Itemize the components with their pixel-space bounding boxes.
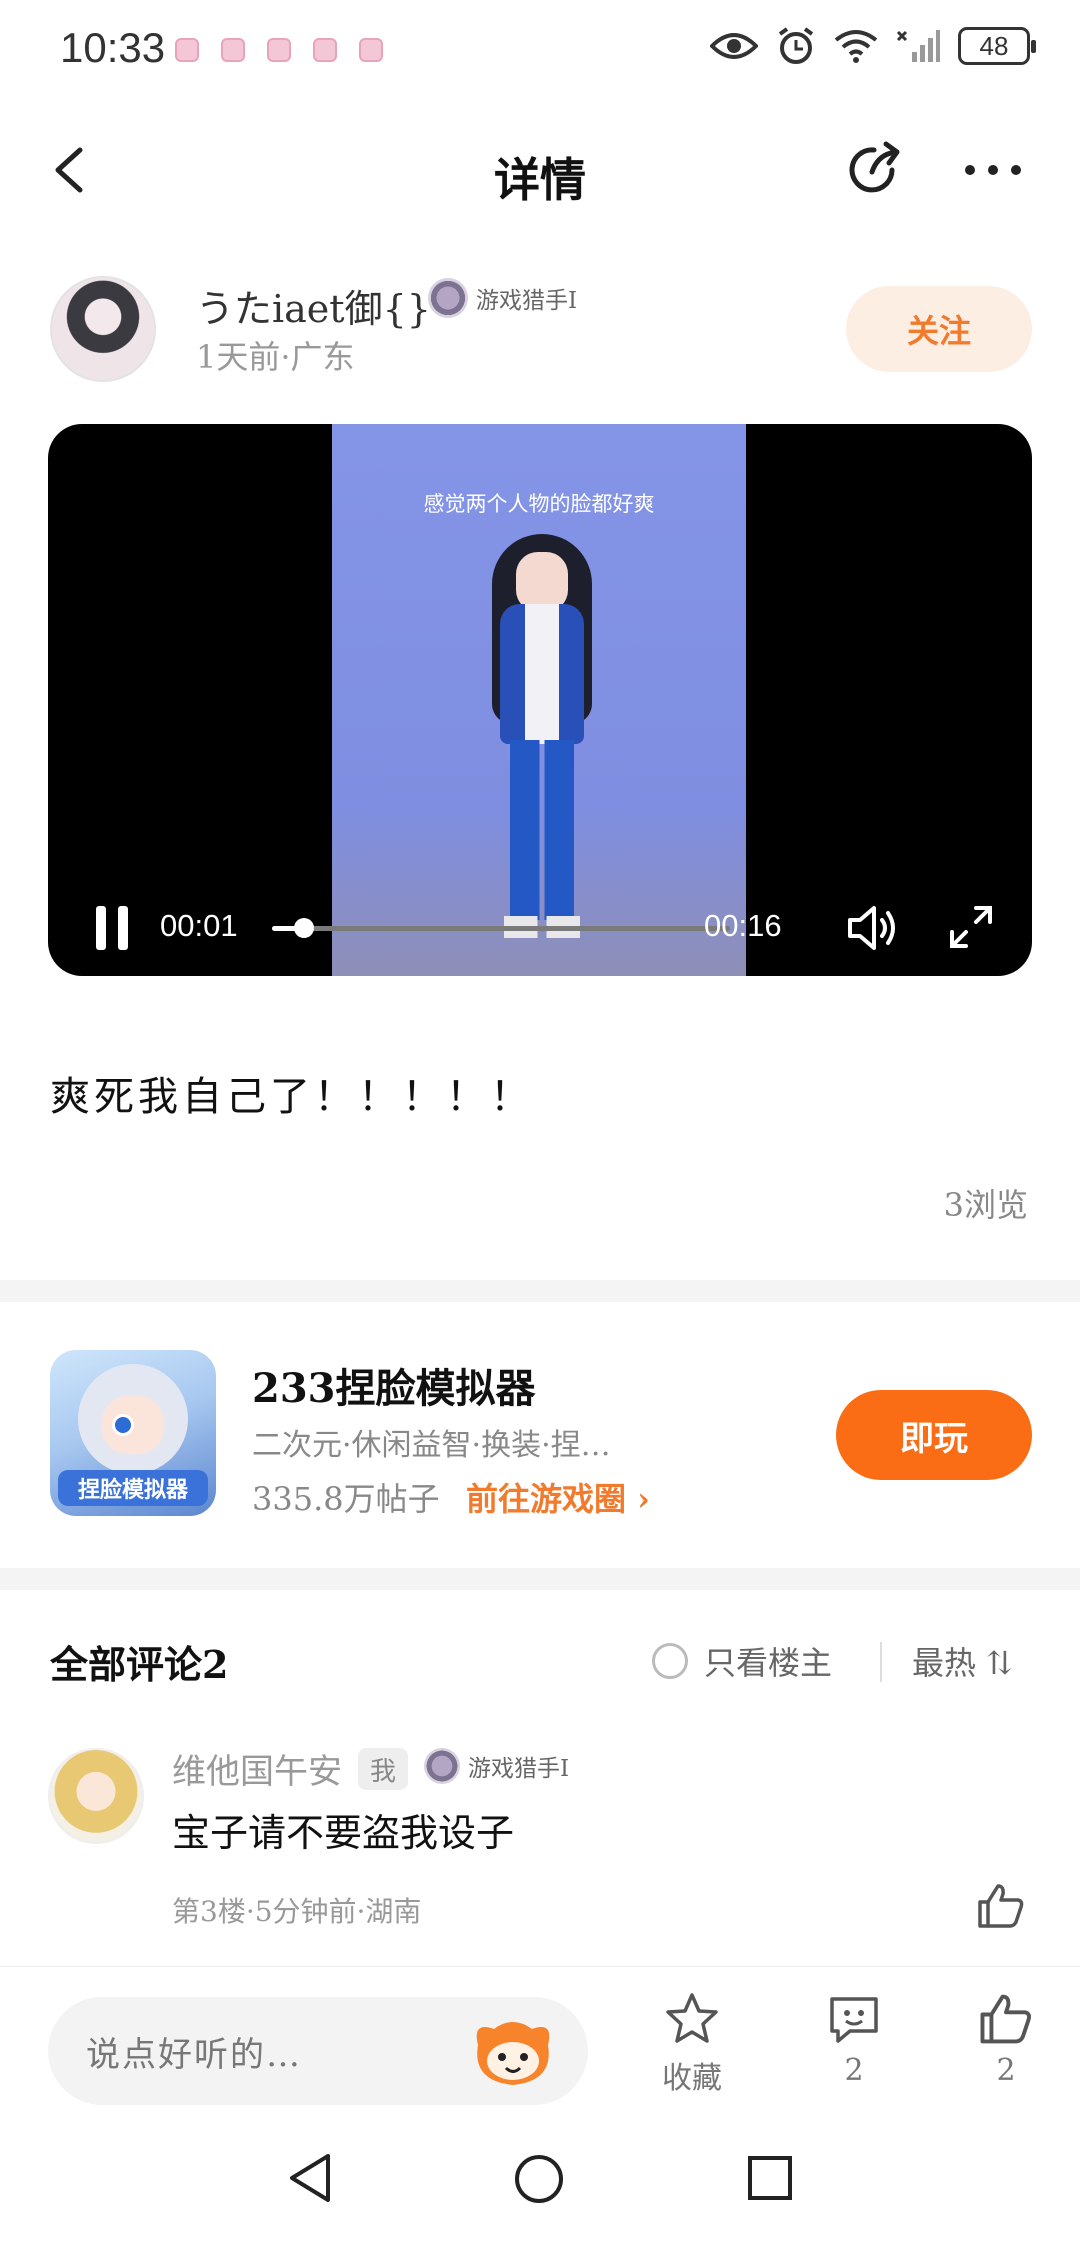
game-icon-eye xyxy=(112,1414,134,1436)
comment-count: 2 xyxy=(844,2053,864,2088)
current-time: 00:01 xyxy=(160,908,238,943)
total-time: 00:16 xyxy=(704,908,782,943)
comment-text: 宝子请不要盗我设子 xyxy=(172,1811,515,1855)
thumb-up-icon[interactable] xyxy=(978,1991,1034,2047)
nav-recents-icon[interactable] xyxy=(746,2154,794,2202)
game-icon-logo: 捏脸模拟器 xyxy=(58,1470,208,1506)
comment-meta: 第3楼·5分钟前·湖南 xyxy=(172,1895,422,1928)
game-tags: 二次元·休闲益智·换装·捏… xyxy=(252,1428,611,1463)
favorite-label: 收藏 xyxy=(662,2061,722,2096)
pause-icon[interactable] xyxy=(94,906,130,950)
eye-icon xyxy=(710,33,758,59)
bottom-action-bar: 说点好听的… 收藏 2 2 xyxy=(0,1966,1080,2116)
badge-label: 游戏猎手Ⅰ xyxy=(476,288,578,314)
game-post-count: 335.8万帖子 xyxy=(252,1480,440,1518)
game-circle-link[interactable]: 前往游戏圈 › xyxy=(466,1474,650,1520)
comment-input-placeholder: 说点好听的… xyxy=(86,2035,302,2075)
section-divider xyxy=(0,1280,1080,1302)
divider xyxy=(880,1642,882,1682)
only-op-toggle[interactable]: 只看楼主 xyxy=(652,1638,832,1684)
signal-icon xyxy=(896,30,940,62)
video-controls: 00:01 00:16 xyxy=(48,892,1032,962)
app-notification-icon xyxy=(175,38,199,62)
like-count: 2 xyxy=(996,2053,1016,2088)
share-icon[interactable] xyxy=(842,138,906,202)
more-icon[interactable] xyxy=(958,138,1028,202)
sort-dropdown[interactable]: 最热 ⇅ xyxy=(912,1638,1013,1684)
play-now-button[interactable]: 即玩 xyxy=(836,1390,1032,1480)
author-name[interactable]: うたiaet御{} xyxy=(196,278,431,333)
game-icon[interactable]: 捏脸模拟器 xyxy=(50,1350,216,1516)
top-navigation: 详情 xyxy=(0,110,1080,230)
post-meta: 1天前·广东 xyxy=(196,338,355,376)
star-icon[interactable] xyxy=(663,1991,721,2047)
volume-icon[interactable] xyxy=(844,902,900,954)
commenter-name[interactable]: 维他国午安 xyxy=(172,1744,342,1793)
commenter-avatar[interactable] xyxy=(48,1748,144,1844)
status-time: 10:33 xyxy=(60,24,166,71)
app-notification-icon xyxy=(359,38,383,62)
video-player[interactable]: 感觉两个人物的脸都好爽 00:01 00:16 xyxy=(48,424,1032,976)
app-notification-icon xyxy=(313,38,337,62)
character-face xyxy=(516,552,568,612)
game-card[interactable]: 捏脸模拟器 233捏脸模拟器 二次元·休闲益智·换装·捏… 335.8万帖子 前… xyxy=(0,1324,1080,1564)
comments-header: 全部评论2 只看楼主 最热 ⇅ xyxy=(0,1628,1080,1698)
badge-icon xyxy=(424,1748,460,1784)
status-bar: 10:33 48 xyxy=(0,0,1080,100)
comment-icon[interactable] xyxy=(826,1991,882,2047)
radio-icon[interactable] xyxy=(652,1643,688,1679)
like-action[interactable]: 2 xyxy=(956,1991,1056,2088)
character-jacket xyxy=(500,604,584,744)
fullscreen-icon[interactable] xyxy=(948,904,994,950)
nav-back-icon[interactable] xyxy=(284,2150,336,2206)
wifi-icon xyxy=(834,30,878,63)
battery-indicator: 48 xyxy=(958,27,1036,65)
author-row: うたiaet御{} 游戏猎手Ⅰ 1天前·广东 关注 xyxy=(0,270,1080,390)
nav-home-icon[interactable] xyxy=(512,2152,566,2206)
system-navigation-bar xyxy=(0,2124,1080,2244)
page-title: 详情 xyxy=(494,153,586,207)
alarm-icon xyxy=(778,27,814,64)
comments-title: 全部评论2 xyxy=(50,1642,229,1687)
only-op-label: 只看楼主 xyxy=(704,1644,833,1682)
app-notification-icon xyxy=(267,38,291,62)
author-badge: 游戏猎手Ⅰ xyxy=(428,278,577,318)
system-icons: 48 xyxy=(710,26,1036,66)
badge-icon xyxy=(428,278,468,318)
app-notification-icon xyxy=(221,38,245,62)
game-name[interactable]: 233捏脸模拟器 xyxy=(252,1356,536,1414)
author-avatar[interactable] xyxy=(50,276,156,382)
comment-input[interactable]: 说点好听的… xyxy=(48,1997,588,2105)
commenter-badge: 游戏猎手Ⅰ xyxy=(424,1748,569,1784)
follow-button[interactable]: 关注 xyxy=(846,286,1032,372)
section-divider xyxy=(0,1568,1080,1590)
thumb-up-icon[interactable] xyxy=(976,1882,1026,1930)
video-caption: 感觉两个人物的脸都好爽 xyxy=(423,492,655,516)
comment-action[interactable]: 2 xyxy=(804,1991,904,2088)
me-tag: 我 xyxy=(358,1748,408,1790)
notification-icons xyxy=(175,38,383,62)
badge-label: 游戏猎手Ⅰ xyxy=(468,1756,570,1782)
view-count: 3浏览 xyxy=(943,1186,1028,1224)
post-text: 爽死我自己了！！！！！ xyxy=(50,1074,534,1120)
favorite-action[interactable]: 收藏 xyxy=(642,1991,742,2097)
comment-item: 维他国午安 我 游戏猎手Ⅰ 宝子请不要盗我设子 第3楼·5分钟前·湖南 xyxy=(0,1740,1080,1940)
progress-thumb[interactable] xyxy=(294,918,315,938)
progress-slider[interactable] xyxy=(272,918,730,938)
mascot-emoji-icon[interactable] xyxy=(472,2015,554,2089)
